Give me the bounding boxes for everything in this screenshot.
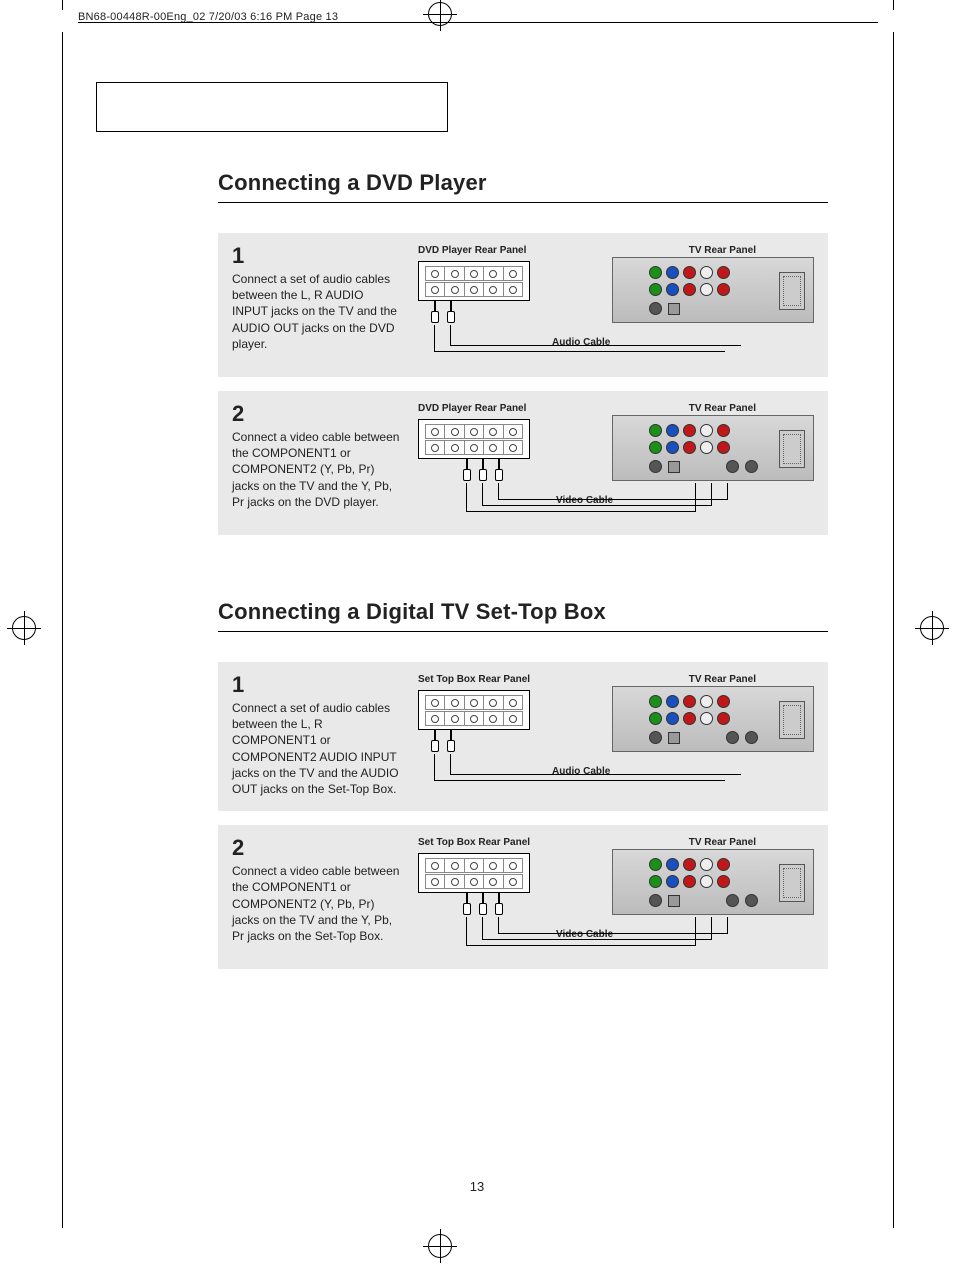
cable-wire [450, 325, 741, 346]
cable-wire [450, 754, 741, 775]
source-rear-panel [418, 690, 530, 730]
cable-wire [498, 917, 728, 934]
cable-wire [498, 483, 728, 500]
tv-panel-label: TV Rear Panel [689, 837, 756, 848]
right-trim-rule [893, 32, 894, 1228]
instruction-step: 2 Connect a video cable between the COMP… [218, 825, 828, 969]
source-rear-panel [418, 419, 530, 459]
cable-plug-icon [430, 301, 440, 325]
tv-rear-panel [612, 849, 814, 915]
instruction-step: 2 Connect a video cable between the COMP… [218, 391, 828, 535]
connection-diagram: Set Top Box Rear Panel Audio Cable TV Re… [412, 674, 814, 792]
page-number: 13 [0, 1179, 954, 1194]
source-panel-label: Set Top Box Rear Panel [418, 674, 530, 685]
tv-panel-label: TV Rear Panel [689, 403, 756, 414]
left-trim-rule [62, 32, 63, 1228]
cable-plug-icon [494, 893, 504, 917]
tv-rear-panel [612, 415, 814, 481]
chapter-title-box [96, 82, 448, 132]
step-body: Connect a set of audio cables between th… [232, 700, 402, 797]
step-text-block: 2 Connect a video cable between the COMP… [232, 403, 402, 510]
tv-panel-label: TV Rear Panel [689, 674, 756, 685]
instruction-step: 1 Connect a set of audio cables between … [218, 233, 828, 377]
registration-mark-right [920, 616, 944, 640]
crop-mark [893, 0, 894, 10]
step-body: Connect a set of audio cables between th… [232, 271, 402, 352]
section-heading: Connecting a DVD Player [218, 170, 828, 196]
cable-plug-icon [478, 459, 488, 483]
dvi-port-icon [779, 864, 805, 902]
connection-diagram: DVD Player Rear Panel Video Cable TV Rea… [412, 403, 814, 521]
tv-rear-panel [612, 257, 814, 323]
cable-plug-icon [430, 730, 440, 754]
manual-page: BN68-00448R-00Eng_02 7/20/03 6:16 PM Pag… [0, 0, 954, 1264]
connection-diagram: DVD Player Rear Panel Audio Cable TV Rea… [412, 245, 814, 363]
cable-plug-icon [462, 893, 472, 917]
heading-underline [218, 202, 828, 203]
source-rear-panel [418, 853, 530, 893]
source-panel-label: DVD Player Rear Panel [418, 245, 526, 256]
dvi-port-icon [779, 701, 805, 739]
instruction-step: 1 Connect a set of audio cables between … [218, 662, 828, 811]
step-body: Connect a video cable between the COMPON… [232, 429, 402, 510]
connection-diagram: Set Top Box Rear Panel Video Cable TV Re… [412, 837, 814, 955]
header-rule [78, 22, 878, 23]
cable-plug-icon [446, 301, 456, 325]
dvi-port-icon [779, 272, 805, 310]
heading-underline [218, 631, 828, 632]
registration-mark-top [428, 2, 452, 26]
cable-plug-icon [446, 730, 456, 754]
cable-plug-icon [494, 459, 504, 483]
registration-mark-left [12, 616, 36, 640]
source-panel-label: DVD Player Rear Panel [418, 403, 526, 414]
section-heading: Connecting a Digital TV Set-Top Box [218, 599, 828, 625]
tv-panel-label: TV Rear Panel [689, 245, 756, 256]
step-number: 2 [232, 837, 402, 859]
content-area: Connecting a DVD Player 1 Connect a set … [218, 170, 828, 983]
step-body: Connect a video cable between the COMPON… [232, 863, 402, 944]
step-text-block: 1 Connect a set of audio cables between … [232, 245, 402, 352]
source-panel-label: Set Top Box Rear Panel [418, 837, 530, 848]
cable-plug-icon [462, 459, 472, 483]
source-rear-panel [418, 261, 530, 301]
tv-rear-panel [612, 686, 814, 752]
crop-mark [62, 0, 63, 10]
cable-plug-icon [478, 893, 488, 917]
step-number: 1 [232, 674, 402, 696]
step-text-block: 2 Connect a video cable between the COMP… [232, 837, 402, 944]
registration-mark-bottom [428, 1234, 452, 1258]
dvi-port-icon [779, 430, 805, 468]
step-text-block: 1 Connect a set of audio cables between … [232, 674, 402, 797]
step-number: 2 [232, 403, 402, 425]
step-number: 1 [232, 245, 402, 267]
